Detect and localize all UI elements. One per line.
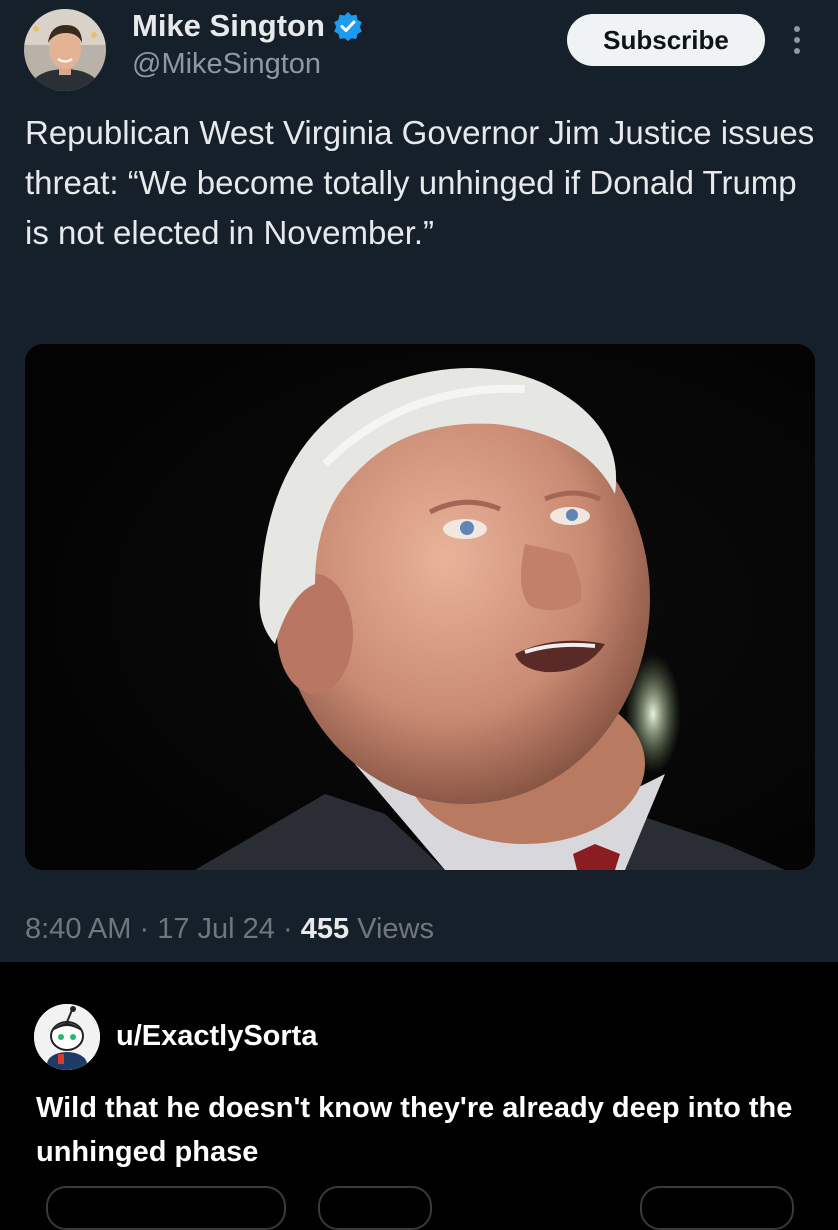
more-options-icon[interactable] [782, 18, 812, 62]
tweet-time[interactable]: 8:40 AM [25, 913, 131, 945]
subscribe-button[interactable]: Subscribe [567, 14, 765, 66]
tweet-date[interactable]: 17 Jul 24 [157, 913, 275, 945]
meta-separator: · [282, 913, 293, 945]
tweet-card: Mike Sington @MikeSington Subscribe Repu… [0, 0, 838, 962]
commenter-avatar[interactable] [34, 1004, 100, 1070]
author-name-text[interactable]: Mike Sington [132, 8, 325, 44]
comment-action-pill[interactable] [318, 1186, 432, 1230]
views-count: 455 [300, 913, 350, 945]
verified-badge-icon [334, 12, 362, 41]
views-label: Views [357, 913, 434, 945]
tweet-text: Republican West Virginia Governor Jim Ju… [25, 114, 815, 251]
tweet-meta: 8:40 AM · 17 Jul 24 · 455 Views [25, 913, 434, 946]
tweet-photo[interactable] [25, 344, 815, 870]
author-avatar[interactable] [24, 9, 106, 91]
author-handle[interactable]: @MikeSington [132, 48, 321, 81]
meta-separator: · [139, 913, 150, 945]
comment-text: Wild that he doesn't know they're alread… [36, 1092, 793, 1168]
author-name[interactable]: Mike Sington [132, 8, 363, 44]
comment-action-pill[interactable] [46, 1186, 286, 1230]
commenter-username[interactable]: u/ExactlySorta [116, 1020, 317, 1053]
comment-action-pill[interactable] [640, 1186, 794, 1230]
